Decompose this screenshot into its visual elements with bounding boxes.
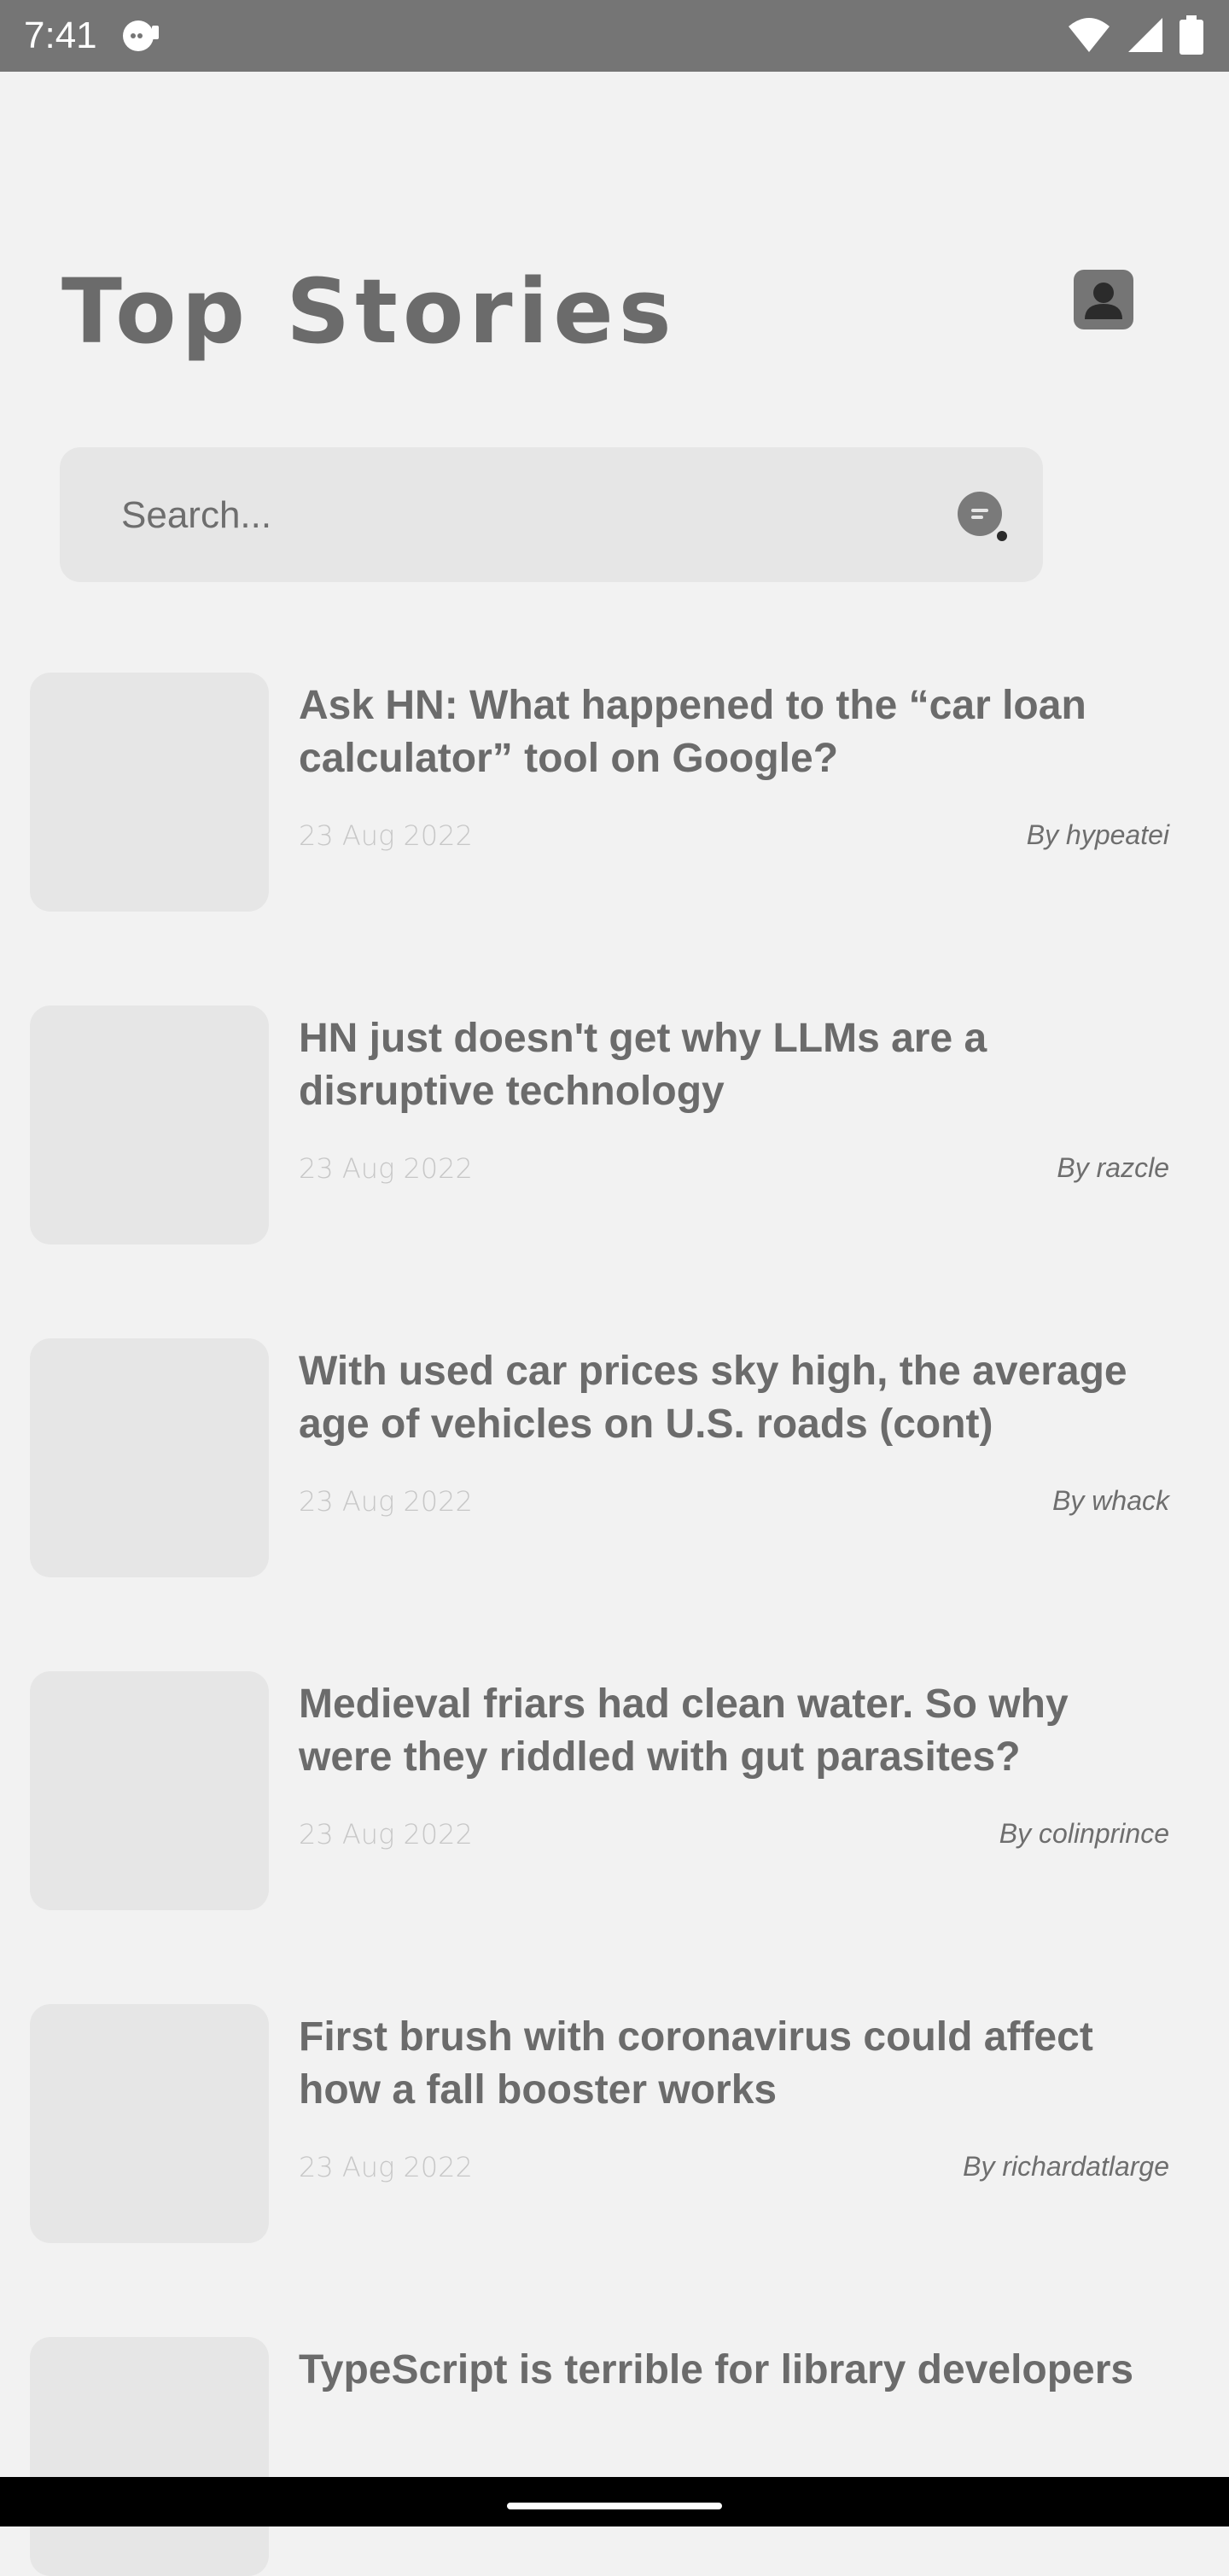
signal-icon bbox=[1127, 16, 1164, 58]
story-thumbnail bbox=[30, 2004, 269, 2243]
story-author: By richardatlarge bbox=[963, 2151, 1169, 2182]
story-item[interactable]: With used car prices sky high, the avera… bbox=[0, 1338, 1229, 1577]
story-thumbnail bbox=[30, 673, 269, 912]
story-title: HN just doesn't get why LLMs are a disru… bbox=[299, 1016, 987, 1114]
story-date: 23 Aug 2022 bbox=[299, 2151, 473, 2183]
wifi-icon bbox=[1067, 16, 1111, 58]
status-time: 7:41 bbox=[24, 15, 97, 56]
story-title: Medieval friars had clean water. So why … bbox=[299, 1681, 1069, 1780]
story-date: 23 Aug 2022 bbox=[299, 1152, 473, 1185]
story-title: TypeScript is terrible for library devel… bbox=[299, 2347, 1134, 2392]
story-thumbnail bbox=[30, 1005, 269, 1244]
story-thumbnail bbox=[30, 2337, 269, 2576]
search-input[interactable] bbox=[119, 447, 891, 584]
story-date: 23 Aug 2022 bbox=[299, 1818, 473, 1850]
story-title: First brush with coronavirus could affec… bbox=[299, 2014, 1093, 2113]
search-bar bbox=[60, 447, 1043, 584]
story-title: With used car prices sky high, the avera… bbox=[299, 1349, 1127, 1447]
navigation-bar bbox=[0, 2477, 1229, 2526]
story-item[interactable]: Medieval friars had clean water. So why … bbox=[0, 1671, 1229, 1910]
story-item[interactable]: HN just doesn't get why LLMs are a disru… bbox=[0, 1005, 1229, 1244]
story-title: Ask HN: What happened to the “car loan c… bbox=[299, 683, 1086, 781]
story-date: 23 Aug 2022 bbox=[299, 819, 473, 852]
page-title: Top Stories bbox=[61, 259, 677, 364]
home-handle[interactable] bbox=[507, 2503, 722, 2509]
story-date: 23 Aug 2022 bbox=[299, 1485, 473, 1518]
story-thumbnail bbox=[30, 1338, 269, 1577]
story-item[interactable]: First brush with coronavirus could affec… bbox=[0, 2004, 1229, 2243]
story-author: By whack bbox=[1052, 1485, 1169, 1516]
story-author: By razcle bbox=[1057, 1152, 1169, 1183]
status-icons bbox=[1067, 15, 1203, 59]
notification-icon bbox=[121, 17, 166, 59]
story-thumbnail bbox=[30, 1671, 269, 1910]
story-author: By colinprince bbox=[999, 1818, 1169, 1849]
story-item[interactable]: TypeScript is terrible for library devel… bbox=[0, 2337, 1229, 2576]
story-author: By hypeatei bbox=[1026, 819, 1169, 850]
filter-icon[interactable] bbox=[958, 492, 1009, 543]
status-bar: 7:41 bbox=[0, 0, 1229, 72]
account-icon[interactable] bbox=[1074, 270, 1133, 329]
battery-icon bbox=[1179, 15, 1203, 59]
story-item[interactable]: Ask HN: What happened to the “car loan c… bbox=[0, 673, 1229, 912]
